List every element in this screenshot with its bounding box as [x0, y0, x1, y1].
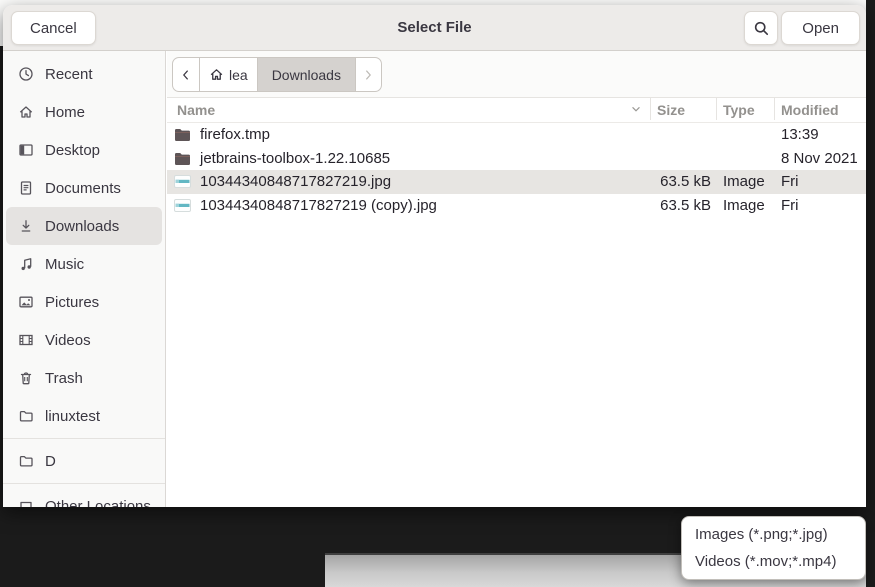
image-file-icon — [174, 199, 191, 212]
folder-icon — [174, 152, 191, 166]
file-list: firefox.tmp 13:39 jetbrains-toolbox-1.22… — [167, 123, 866, 217]
sidebar-item-label: Trash — [45, 370, 83, 387]
home-icon — [209, 67, 224, 82]
file-name: jetbrains-toolbox-1.22.10685 — [200, 147, 390, 171]
breadcrumb-forward-button[interactable] — [355, 58, 381, 91]
file-type: Image — [723, 170, 765, 194]
document-icon — [18, 180, 34, 196]
open-button[interactable]: Open — [781, 11, 860, 45]
file-modified: 13:39 — [781, 123, 819, 147]
filter-option-videos[interactable]: Videos (*.mov;*.mp4) — [682, 548, 865, 575]
column-header-modified[interactable]: Modified — [781, 98, 839, 122]
sidebar-item-label: D — [45, 453, 56, 470]
sidebar-item-documents[interactable]: Documents — [6, 169, 162, 207]
breadcrumb-home-segment[interactable]: lea — [199, 58, 257, 91]
places-sidebar: Recent Home Desktop Documents Downloads — [3, 51, 166, 507]
film-icon — [18, 332, 34, 348]
breadcrumb-current-label: Downloads — [272, 67, 341, 83]
picture-icon — [18, 294, 34, 310]
folder-icon — [18, 408, 34, 424]
file-name: 10344340848717827219.jpg — [200, 170, 391, 194]
sidebar-item-desktop[interactable]: Desktop — [6, 131, 162, 169]
file-chooser-dialog: Select File Cancel Open Recent Home — [3, 5, 866, 507]
sidebar-item-home[interactable]: Home — [6, 93, 162, 131]
sidebar-item-label: Documents — [45, 180, 121, 197]
sidebar-item-label: linuxtest — [45, 408, 100, 425]
file-modified: Fri — [781, 194, 799, 218]
sidebar-item-downloads[interactable]: Downloads — [6, 207, 162, 245]
sidebar-item-label: Music — [45, 256, 84, 273]
sort-chevron-down-icon[interactable] — [629, 102, 643, 116]
image-file-icon — [174, 175, 191, 188]
search-button[interactable] — [744, 11, 778, 45]
other-locations-icon — [18, 498, 34, 507]
file-row-jetbrains-toolbox[interactable]: jetbrains-toolbox-1.22.10685 8 Nov 2021 — [167, 147, 866, 171]
breadcrumb: lea Downloads — [172, 57, 382, 92]
column-header-type[interactable]: Type — [723, 98, 755, 122]
sidebar-item-other-locations[interactable]: Other Locations — [6, 487, 162, 507]
header-bar: Select File Cancel Open — [3, 5, 866, 51]
column-divider — [716, 98, 717, 120]
folder-icon — [174, 128, 191, 142]
file-row-jpg-copy[interactable]: 10344340848717827219 (copy).jpg 63.5 kB … — [167, 194, 866, 218]
search-icon — [753, 20, 770, 37]
cancel-button[interactable]: Cancel — [11, 11, 96, 45]
sidebar-item-pictures[interactable]: Pictures — [6, 283, 162, 321]
breadcrumb-current-segment[interactable]: Downloads — [257, 58, 355, 91]
sidebar-item-label: Home — [45, 104, 85, 121]
desktop-icon — [18, 142, 34, 158]
file-name: firefox.tmp — [200, 123, 270, 147]
file-size: 63.5 kB — [627, 170, 711, 194]
sidebar-separator — [3, 438, 165, 439]
list-column-headers: Name Size Type Modified — [167, 98, 866, 123]
file-row-jpg-selected[interactable]: 10344340848717827219.jpg 63.5 kB Image F… — [167, 170, 866, 194]
filter-option-images[interactable]: Images (*.png;*.jpg) — [682, 521, 865, 548]
sidebar-item-label: Other Locations — [45, 498, 151, 508]
file-filter-dropdown: Images (*.png;*.jpg) Videos (*.mov;*.mp4… — [681, 516, 866, 580]
sidebar-item-recent[interactable]: Recent — [6, 55, 162, 93]
home-icon — [18, 104, 34, 120]
file-type: Image — [723, 194, 765, 218]
trash-icon — [18, 370, 34, 386]
chevron-right-icon — [361, 68, 375, 82]
breadcrumb-home-label: lea — [229, 67, 248, 83]
file-modified: 8 Nov 2021 — [781, 147, 858, 171]
file-size: 63.5 kB — [627, 194, 711, 218]
folder-icon — [18, 453, 34, 469]
column-divider — [650, 98, 651, 120]
sidebar-item-videos[interactable]: Videos — [6, 321, 162, 359]
sidebar-item-d[interactable]: D — [6, 442, 162, 480]
download-icon — [18, 218, 34, 234]
column-header-name[interactable]: Name — [177, 98, 215, 122]
music-note-icon — [18, 256, 34, 272]
window-right-edge — [866, 0, 875, 587]
sidebar-item-trash[interactable]: Trash — [6, 359, 162, 397]
column-header-size[interactable]: Size — [657, 98, 685, 122]
file-modified: Fri — [781, 170, 799, 194]
file-name: 10344340848717827219 (copy).jpg — [200, 194, 437, 218]
file-row-firefox-tmp[interactable]: firefox.tmp 13:39 — [167, 123, 866, 147]
sidebar-item-label: Downloads — [45, 218, 119, 235]
file-list-pane: lea Downloads Name Size Type — [167, 51, 866, 507]
path-bar: lea Downloads — [167, 51, 866, 98]
dialog-title: Select File — [3, 5, 866, 51]
breadcrumb-back-button[interactable] — [173, 58, 199, 91]
sidebar-item-label: Pictures — [45, 294, 99, 311]
column-divider — [774, 98, 775, 120]
sidebar-separator — [3, 483, 165, 484]
sidebar-item-label: Recent — [45, 66, 93, 83]
chevron-left-icon — [179, 68, 193, 82]
sidebar-item-linuxtest[interactable]: linuxtest — [6, 397, 162, 435]
sidebar-item-label: Desktop — [45, 142, 100, 159]
sidebar-item-music[interactable]: Music — [6, 245, 162, 283]
sidebar-item-label: Videos — [45, 332, 91, 349]
recent-clock-icon — [18, 66, 34, 82]
